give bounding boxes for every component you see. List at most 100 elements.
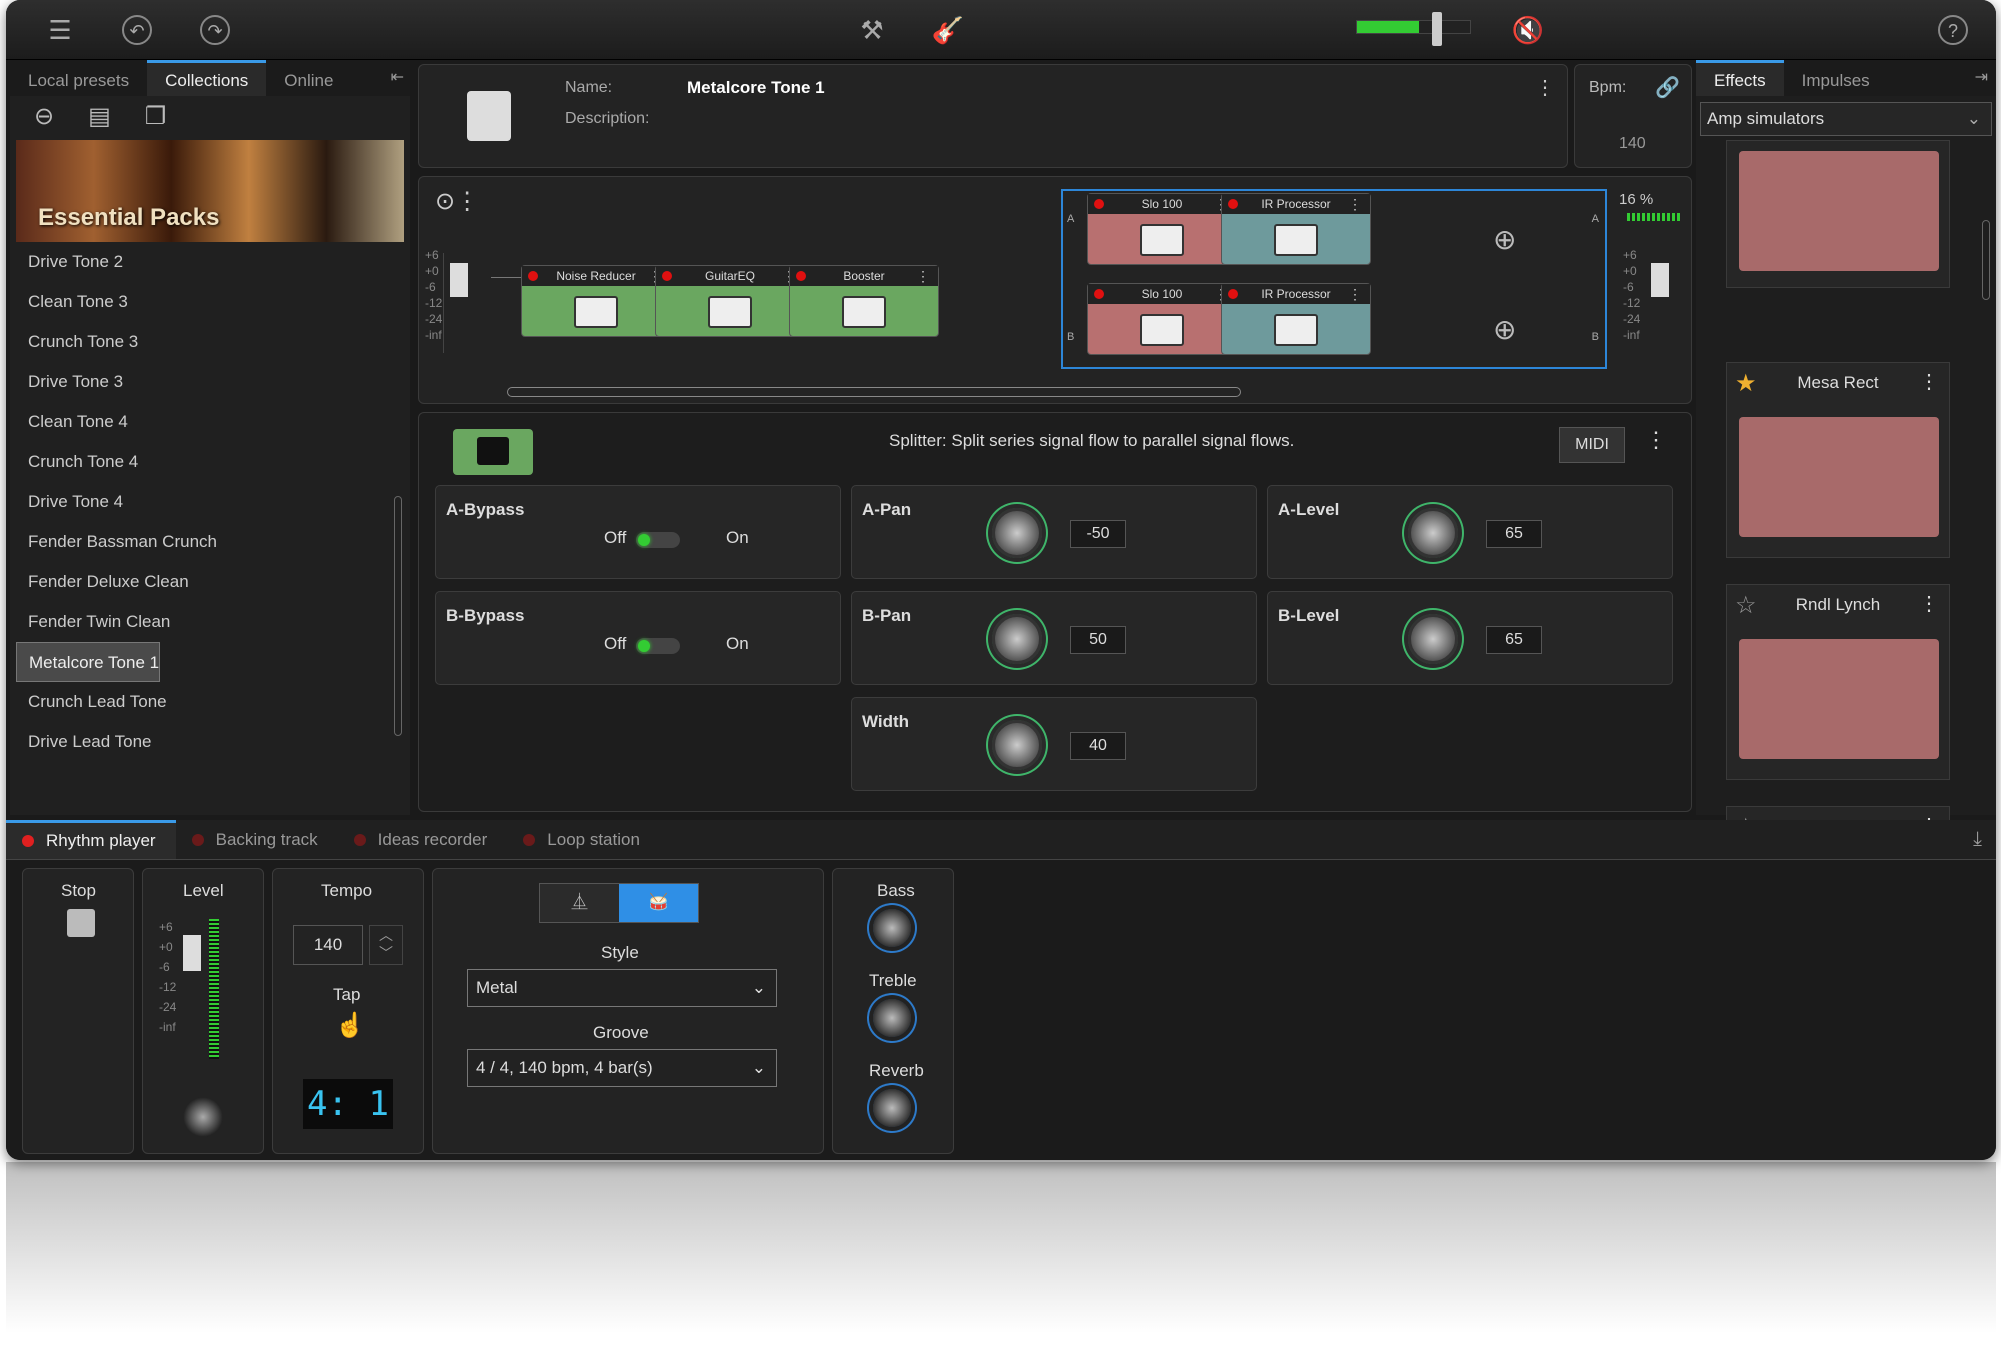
drums-icon[interactable]: 🥁	[619, 884, 698, 922]
category-dropdown[interactable]: Amp simulators ⌄	[1700, 102, 1992, 136]
b-level-value[interactable]: 65	[1486, 626, 1542, 654]
effects-scrollbar[interactable]	[1982, 220, 1990, 300]
guitar-icon[interactable]: 🎸	[930, 12, 966, 48]
amp-more-icon[interactable]: ⋮	[1919, 369, 1939, 394]
tab-online[interactable]: Online	[266, 60, 351, 96]
tap-hand-icon[interactable]: ☝	[335, 1011, 365, 1040]
b-pan-knob[interactable]	[992, 614, 1042, 664]
effect-more-icon[interactable]: ⋮	[1645, 427, 1667, 453]
midi-button[interactable]: MIDI	[1559, 427, 1625, 463]
input-meter[interactable]	[443, 253, 468, 353]
chain-scrollbar[interactable]	[507, 387, 1241, 397]
preset-list-item[interactable]: Drive Tone 4	[16, 482, 404, 522]
preset-list-item[interactable]: Clean Tone 3	[16, 282, 404, 322]
width-value[interactable]: 40	[1070, 732, 1126, 760]
preset-more-icon[interactable]: ⋮	[1535, 75, 1555, 100]
input-routing-icon[interactable]: ⊙⋮	[435, 187, 479, 216]
metronome-icon[interactable]: ⏅	[540, 884, 619, 922]
tempo-stepper[interactable]: ︿ ﹀	[369, 925, 403, 965]
master-volume-slider[interactable]	[1356, 20, 1471, 34]
style-dropdown[interactable]: Metal ⌄	[467, 969, 777, 1007]
effect-guitareq[interactable]: GuitarEQ⋮	[655, 265, 805, 337]
amp-card[interactable]: ★ Mesa Rect ⋮	[1726, 362, 1950, 558]
dock-tab[interactable]: Backing track	[176, 820, 338, 859]
power-led[interactable]	[528, 271, 538, 281]
path-b-slo-100[interactable]: Slo 100⋮	[1087, 283, 1237, 355]
preset-list-item[interactable]: Crunch Lead Tone	[16, 682, 404, 722]
tempo-input[interactable]: 140	[293, 925, 363, 965]
menu-icon[interactable]: ☰	[42, 12, 78, 48]
power-led[interactable]	[1094, 289, 1104, 299]
collapse-panel-icon[interactable]: ⇤	[391, 60, 410, 96]
output-meter[interactable]	[1645, 253, 1669, 353]
tab-collections[interactable]: Collections	[147, 60, 267, 96]
power-led[interactable]	[1228, 199, 1238, 209]
width-knob[interactable]	[992, 720, 1042, 770]
add-effect-a-icon[interactable]: ⊕	[1493, 223, 1516, 256]
tab-local-presets[interactable]: Local presets	[10, 60, 147, 96]
path-b-ir-processor[interactable]: IR Processor ⋮	[1221, 283, 1371, 355]
a-level-knob[interactable]	[1408, 508, 1458, 558]
a-pan-knob[interactable]	[992, 508, 1042, 558]
a-level-value[interactable]: 65	[1486, 520, 1542, 548]
amp-card[interactable]	[1726, 140, 1950, 288]
amp-more-icon[interactable]: ⋮	[1919, 591, 1939, 616]
dock-collapse-icon[interactable]: ⤓	[1973, 828, 1982, 851]
preset-list-item[interactable]: Clean Tone 4	[16, 402, 404, 442]
a-bypass-toggle[interactable]	[636, 532, 680, 548]
save-icon[interactable]: ▤	[88, 102, 111, 134]
pedal-more-icon[interactable]: ⋮	[916, 266, 930, 286]
bass-knob[interactable]	[873, 909, 911, 947]
effect-booster[interactable]: Booster ⋮	[789, 265, 939, 337]
mute-icon[interactable]: 🔇	[1510, 12, 1546, 48]
effect-noise-reducer[interactable]: Noise Reducer⋮	[521, 265, 671, 337]
stop-button[interactable]	[67, 909, 95, 937]
add-effect-b-icon[interactable]: ⊕	[1493, 313, 1516, 346]
preset-list-item[interactable]: Fender Twin Clean	[16, 602, 404, 642]
copy-icon[interactable]: ❐	[145, 102, 167, 134]
pedal-more-icon[interactable]: ⋮	[1348, 194, 1362, 214]
top-toolbar: ☰ ↶ ↷ ⚒ 🎸 🔇 ?	[6, 0, 1996, 60]
level-knob[interactable]	[183, 1097, 223, 1137]
b-level-knob[interactable]	[1408, 614, 1458, 664]
path-a-ir-processor[interactable]: IR Processor ⋮	[1221, 193, 1371, 265]
back-icon[interactable]: ⊖	[34, 102, 54, 134]
power-led[interactable]	[796, 271, 806, 281]
dock-tab[interactable]: Ideas recorder	[338, 820, 508, 859]
undo-icon[interactable]: ↶	[122, 15, 152, 45]
volume-handle[interactable]	[1432, 12, 1442, 46]
b-bypass-toggle[interactable]	[636, 638, 680, 654]
a-pan-value[interactable]: -50	[1070, 520, 1126, 548]
preset-list-item[interactable]: Crunch Tone 4	[16, 442, 404, 482]
preset-list-item[interactable]: Crunch Tone 3	[16, 322, 404, 362]
tab-effects[interactable]: Effects	[1696, 60, 1784, 96]
dock-tab[interactable]: Rhythm player	[6, 820, 176, 859]
power-led[interactable]	[1094, 199, 1104, 209]
preset-list-item[interactable]: Metalcore Tone 1	[16, 642, 161, 682]
preset-list-item[interactable]: Drive Tone 3	[16, 362, 404, 402]
help-icon[interactable]: ?	[1938, 15, 1968, 45]
collapse-right-icon[interactable]: ⇥	[1975, 60, 1996, 96]
amp-card[interactable]: ☆ Rndl Lynch ⋮	[1726, 584, 1950, 780]
treble-knob[interactable]	[873, 999, 911, 1037]
link-icon[interactable]: 🔗	[1655, 75, 1680, 100]
pedal-more-icon[interactable]: ⋮	[1348, 284, 1362, 304]
tuner-icon[interactable]: ⚒	[854, 12, 890, 48]
power-led[interactable]	[662, 271, 672, 281]
groove-dropdown[interactable]: 4 / 4, 140 bpm, 4 bar(s) ⌄	[467, 1049, 777, 1087]
path-a-slo-100[interactable]: Slo 100⋮	[1087, 193, 1237, 265]
preset-name[interactable]: Metalcore Tone 1	[687, 78, 825, 98]
level-fader[interactable]	[183, 935, 201, 971]
preset-list-item[interactable]: Fender Bassman Crunch	[16, 522, 404, 562]
dock-tab[interactable]: Loop station	[507, 820, 660, 859]
bpm-value[interactable]: 140	[1619, 135, 1646, 153]
b-pan-value[interactable]: 50	[1070, 626, 1126, 654]
tab-impulses[interactable]: Impulses	[1784, 60, 1888, 96]
preset-list-item[interactable]: Fender Deluxe Clean	[16, 562, 404, 602]
redo-icon[interactable]: ↷	[200, 15, 230, 45]
reverb-knob[interactable]	[873, 1089, 911, 1127]
power-led[interactable]	[1228, 289, 1238, 299]
preset-scrollbar[interactable]	[394, 496, 402, 736]
preset-list-item[interactable]: Drive Lead Tone	[16, 722, 404, 762]
preset-list-item[interactable]: Drive Tone 2	[16, 242, 404, 282]
